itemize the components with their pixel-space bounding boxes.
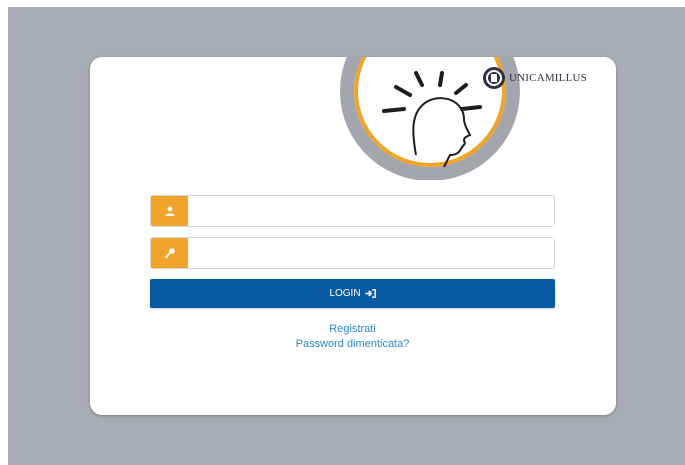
login-card: UNICAMILLUS LOGIN Registrati Password di… xyxy=(90,57,616,415)
key-icon xyxy=(151,238,188,268)
login-button-label: LOGIN xyxy=(329,288,361,299)
password-input[interactable] xyxy=(188,238,554,268)
brand-logo: UNICAMILLUS xyxy=(482,65,587,91)
username-field xyxy=(150,195,555,227)
university-seal-icon xyxy=(483,67,505,89)
user-icon xyxy=(151,196,188,226)
password-field xyxy=(150,237,555,269)
username-input[interactable] xyxy=(188,196,554,226)
login-button[interactable]: LOGIN xyxy=(150,279,555,308)
forgot-password-link[interactable]: Password dimenticata? xyxy=(150,338,555,350)
page-background: UNICAMILLUS LOGIN Registrati Password di… xyxy=(8,7,685,465)
sign-in-icon xyxy=(365,289,376,298)
brand-name: UNICAMILLUS xyxy=(509,72,587,84)
register-link[interactable]: Registrati xyxy=(150,323,555,335)
